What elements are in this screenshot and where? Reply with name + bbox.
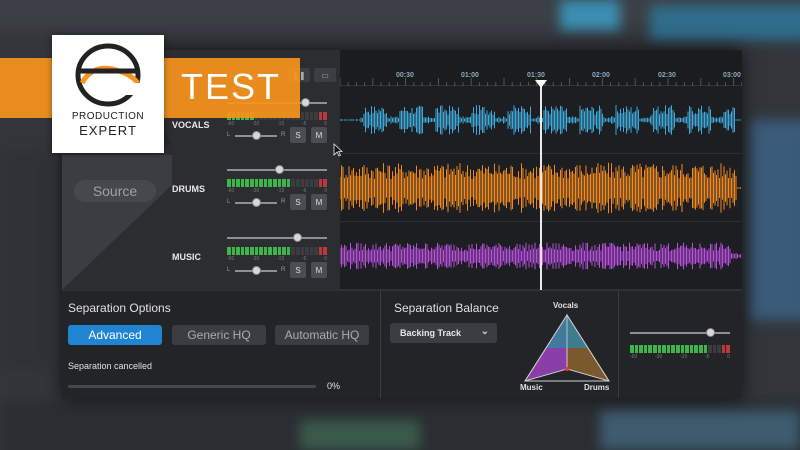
solo-button[interactable]: S xyxy=(290,127,306,143)
volume-slider[interactable] xyxy=(227,237,327,239)
output-volume-knob[interactable] xyxy=(706,328,715,337)
drums-controls: -60 -30 -15 -6 0 L R S M xyxy=(227,165,332,225)
balance-triangle[interactable] xyxy=(522,311,612,383)
mouse-cursor-icon xyxy=(333,143,343,157)
balance-drums-label: Drums xyxy=(584,383,610,392)
solo-button[interactable]: S xyxy=(290,194,306,210)
separation-progress-percent: 0% xyxy=(327,381,341,391)
balance-music-label: Music xyxy=(520,383,543,392)
bottom-panel: Separation Options Advanced Generic HQ A… xyxy=(62,290,742,398)
track-label-vocals: VOCALS xyxy=(172,120,210,130)
logo-text-line1: PRODUCTION xyxy=(71,111,145,122)
separation-balance-title: Separation Balance xyxy=(394,301,499,315)
pan-right-label: R xyxy=(281,267,286,273)
track-label-music: MUSIC xyxy=(172,252,201,262)
separation-status: Separation cancelled xyxy=(68,361,153,371)
mode-advanced-button[interactable]: Advanced xyxy=(68,325,162,345)
source-button[interactable]: Source xyxy=(74,180,156,202)
chevron-down-icon: ⌄ xyxy=(480,326,489,337)
pan-left-label: L xyxy=(227,267,231,273)
mode-generic-hq-button[interactable]: Generic HQ xyxy=(172,325,266,345)
mode-automatic-hq-button[interactable]: Automatic HQ xyxy=(275,325,369,345)
loop-icon[interactable]: ▭ xyxy=(314,68,336,82)
pan-right-label: R xyxy=(281,132,286,138)
music-controls: -60 -30 -15 -6 0 L R S M xyxy=(227,233,332,293)
mute-button[interactable]: M xyxy=(311,194,327,210)
output-meter-scale: -60 -30 -15 -6 0 xyxy=(630,354,730,360)
balance-preset-dropdown[interactable]: Backing Track ⌄ xyxy=(390,323,497,343)
waveform-area[interactable]: 00:30 01:00 01:30 02:00 02:30 03:00 xyxy=(339,50,742,290)
pan-knob[interactable] xyxy=(252,198,261,207)
pan-left-label: L xyxy=(227,199,231,205)
pan-right-label: R xyxy=(281,199,286,205)
balance-handle xyxy=(565,367,569,371)
balance-vocals-label: Vocals xyxy=(553,301,579,310)
pan-left-label: L xyxy=(227,132,231,138)
volume-knob[interactable] xyxy=(275,165,284,174)
divider xyxy=(618,291,619,398)
playhead[interactable] xyxy=(540,80,542,290)
output-volume-slider[interactable] xyxy=(630,332,730,334)
level-meter xyxy=(227,179,328,187)
solo-button[interactable]: S xyxy=(290,262,306,278)
playhead-marker[interactable] xyxy=(535,80,547,88)
logo-e-mark xyxy=(75,43,142,107)
test-badge: TEST xyxy=(181,66,282,107)
pan-knob[interactable] xyxy=(252,131,261,140)
volume-knob[interactable] xyxy=(301,98,310,107)
output-controls: -60 -30 -15 -6 0 xyxy=(630,328,731,369)
separation-progress-bar xyxy=(68,385,316,388)
track-label-drums: DRUMS xyxy=(172,184,205,194)
mute-button[interactable]: M xyxy=(311,262,327,278)
output-level-meter xyxy=(630,345,731,353)
balance-preset-value: Backing Track xyxy=(400,328,462,338)
production-expert-logo: PRODUCTION EXPERT xyxy=(52,35,164,153)
logo-text-line2: EXPERT xyxy=(79,123,137,138)
mute-button[interactable]: M xyxy=(311,127,327,143)
volume-knob[interactable] xyxy=(293,233,302,242)
pan-knob[interactable] xyxy=(252,266,261,275)
level-meter xyxy=(227,247,328,255)
divider xyxy=(380,291,381,398)
separation-options-title: Separation Options xyxy=(68,301,171,315)
